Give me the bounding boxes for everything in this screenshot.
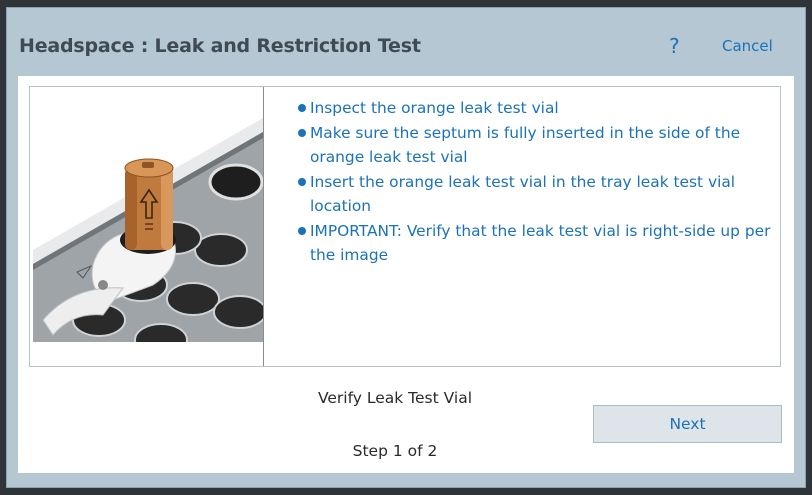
dialog-title: Headspace : Leak and Restriction Test xyxy=(19,35,421,57)
bullet-icon xyxy=(298,177,306,186)
dialog-header: Headspace : Leak and Restriction Test ? … xyxy=(7,8,805,76)
bullet-icon xyxy=(298,226,306,235)
leak-test-vial-tray-image xyxy=(33,90,263,342)
leak-test-dialog: Headspace : Leak and Restriction Test ? … xyxy=(6,7,806,488)
bullet-icon xyxy=(298,128,306,137)
vial-hole xyxy=(208,163,263,201)
help-button[interactable]: ? xyxy=(669,34,680,58)
next-button[interactable]: Next xyxy=(593,405,782,443)
instruction-text: Make sure the septum is fully inserted i… xyxy=(310,123,741,167)
instruction-item: Inspect the orange leak test vial xyxy=(298,96,776,121)
pane-divider xyxy=(263,87,264,366)
cancel-button[interactable]: Cancel xyxy=(722,37,773,55)
instruction-text: Inspect the orange leak test vial xyxy=(310,99,559,117)
bullet-icon xyxy=(298,104,306,112)
vial-hole xyxy=(213,295,263,329)
instruction-panel: Inspect the orange leak test vial Make s… xyxy=(29,86,781,367)
vial-hole xyxy=(166,282,220,316)
dialog-body: Inspect the orange leak test vial Make s… xyxy=(18,76,794,473)
vial-hole xyxy=(194,233,248,267)
instruction-item: Insert the orange leak test vial in the … xyxy=(298,170,776,219)
instruction-text: IMPORTANT: Verify that the leak test via… xyxy=(310,221,771,265)
step-counter: Step 1 of 2 xyxy=(352,442,438,460)
instruction-text: Insert the orange leak test vial in the … xyxy=(310,172,736,216)
vial-tray-illustration xyxy=(33,118,263,342)
instruction-item: IMPORTANT: Verify that the leak test via… xyxy=(298,219,776,268)
instruction-item: Make sure the septum is fully inserted i… xyxy=(298,121,776,170)
instruction-list: Inspect the orange leak test vial Make s… xyxy=(298,96,776,268)
